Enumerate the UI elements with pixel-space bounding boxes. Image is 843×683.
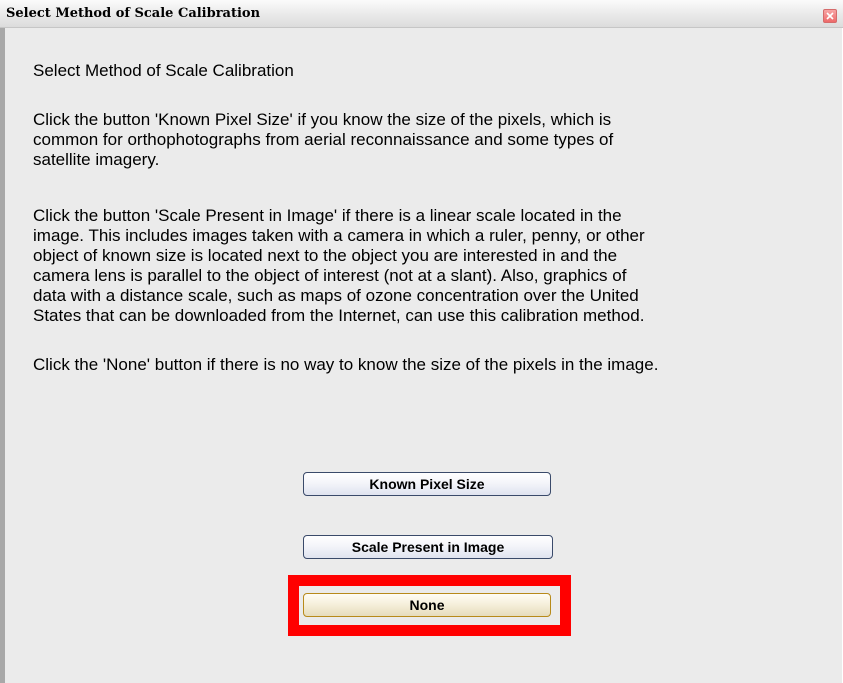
close-button[interactable] [823, 9, 837, 23]
known-pixel-size-description: Click the button 'Known Pixel Size' if y… [33, 110, 614, 169]
close-icon [826, 12, 834, 20]
none-description: Click the 'None' button if there is no w… [33, 355, 659, 374]
window-title: Select Method of Scale Calibration [6, 6, 261, 21]
title-bar[interactable]: Select Method of Scale Calibration [0, 0, 843, 28]
dialog-heading: Select Method of Scale Calibration [33, 61, 294, 80]
dialog-content: Select Method of Scale Calibration Click… [5, 28, 842, 683]
none-button[interactable]: None [303, 593, 551, 617]
scale-present-button[interactable]: Scale Present in Image [303, 535, 553, 559]
known-pixel-size-button[interactable]: Known Pixel Size [303, 472, 551, 496]
scale-present-description: Click the button 'Scale Present in Image… [33, 206, 645, 325]
